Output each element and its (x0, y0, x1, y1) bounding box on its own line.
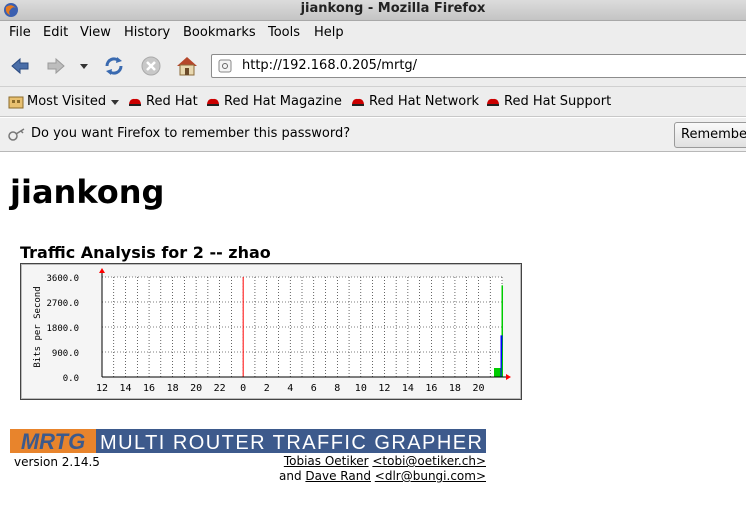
x-tick-label: 18 (167, 383, 179, 394)
menu-bookmarks[interactable]: Bookmarks (183, 25, 256, 40)
graph-title[interactable]: Traffic Analysis for 2 -- zhao (20, 243, 271, 262)
menu-file[interactable]: File (9, 25, 31, 40)
back-button[interactable] (7, 53, 33, 79)
bookmark-label: Red Hat Magazine (224, 94, 342, 109)
x-tick-label: 22 (214, 383, 226, 394)
chevron-down-icon (111, 99, 120, 105)
bookmark-label: Red Hat Support (504, 94, 612, 109)
redhat-icon (129, 98, 141, 106)
bookmark-red-hat-magazine[interactable]: Red Hat Magazine (206, 94, 342, 109)
x-tick-label: 14 (402, 383, 414, 394)
reload-button[interactable] (101, 53, 127, 79)
menu-tools[interactable]: Tools (268, 25, 300, 40)
notification-message: Do you want Firefox to remember this pas… (31, 126, 351, 141)
page-content: jiankong Traffic Analysis for 2 -- zhao … (0, 153, 746, 517)
author-link-oetiker[interactable]: Tobias Oetiker (284, 454, 369, 468)
x-tick-label: 10 (355, 383, 367, 394)
credits: Tobias Oetiker <tobi@oetiker.ch> and Dav… (279, 454, 486, 484)
back-arrow-icon (11, 57, 29, 75)
x-tick-label: 14 (120, 383, 132, 394)
incoming-bar (494, 368, 501, 377)
bookmark-label: Red Hat (146, 94, 198, 109)
x-tick-label: 18 (449, 383, 461, 394)
traffic-graph[interactable]: 3600.02700.01800.0900.00.012 14 16 18 20 22 0 2… (20, 263, 522, 400)
bookmark-red-hat[interactable]: Red Hat (128, 94, 198, 109)
x-tick-label: 4 (287, 383, 293, 394)
key-icon (8, 128, 25, 141)
redhat-icon (207, 98, 219, 106)
x-tick-label: 0 (240, 383, 246, 394)
author-link-rand[interactable]: Dave Rand (305, 469, 371, 483)
stop-button[interactable] (138, 53, 164, 79)
page-title: jiankong (10, 173, 165, 211)
url-bar[interactable]: http://192.168.0.205/mrtg/ (211, 54, 746, 78)
forward-button[interactable] (43, 53, 69, 79)
y-tick-label: 0.0 (63, 374, 79, 384)
remember-button[interactable]: Remember (674, 122, 746, 148)
password-notification-bar: Do you want Firefox to remember this pas… (0, 118, 746, 152)
bookmark-label: Red Hat Network (369, 94, 480, 109)
menu-view[interactable]: View (80, 25, 111, 40)
mrtg-logo-text: MRTG (21, 429, 85, 453)
y-tick-label: 1800.0 (46, 324, 79, 334)
x-tick-label: 12 (96, 383, 108, 394)
x-tick-label: 16 (143, 383, 155, 394)
most-visited-button[interactable]: Most Visited (8, 94, 124, 109)
menu-edit[interactable]: Edit (43, 25, 68, 40)
email-link-rand[interactable]: <dlr@bungi.com> (375, 469, 486, 483)
y-tick-label: 3600.0 (46, 274, 79, 284)
bookmarks-toolbar: Most Visited Red Hat Red Hat Magazine Re… (0, 87, 746, 117)
forward-arrow-icon (47, 57, 65, 75)
x-tick-label: 16 (425, 383, 437, 394)
bookmark-red-hat-network[interactable]: Red Hat Network (351, 94, 479, 109)
home-icon (177, 57, 197, 76)
stop-icon (141, 56, 161, 76)
credits-and: and (279, 469, 302, 483)
most-visited-label: Most Visited (27, 94, 107, 109)
x-tick-label: 6 (311, 383, 317, 394)
redhat-icon (487, 98, 499, 106)
redhat-icon (352, 98, 364, 106)
mrtg-banner-text: MULTI ROUTER TRAFFIC GRAPHER (100, 432, 482, 453)
home-button[interactable] (174, 53, 200, 79)
history-dropdown[interactable] (73, 53, 95, 79)
y-tick-label: 2700.0 (46, 299, 79, 309)
window-title: jiankong - Mozilla Firefox (300, 1, 486, 16)
bookmark-red-hat-support[interactable]: Red Hat Support (486, 94, 611, 109)
x-tick-label: 20 (190, 383, 202, 394)
url-text[interactable]: http://192.168.0.205/mrtg/ (242, 58, 417, 73)
x-tick-label: 2 (264, 383, 270, 394)
title-bar: jiankong - Mozilla Firefox (0, 0, 746, 21)
navigation-toolbar: http://192.168.0.205/mrtg/ (0, 45, 746, 87)
menu-help[interactable]: Help (314, 25, 344, 40)
version-text: version 2.14.5 (14, 455, 100, 469)
mrtg-banner[interactable]: MRTG MULTI ROUTER TRAFFIC GRAPHER (10, 429, 486, 453)
page-icon (218, 59, 232, 73)
chevron-down-icon (80, 64, 88, 69)
x-tick-label: 20 (472, 383, 484, 394)
y-axis-label: Bits per Second (33, 286, 43, 367)
x-tick-label: 8 (334, 383, 340, 394)
email-link-oetiker[interactable]: <tobi@oetiker.ch> (372, 454, 486, 468)
menu-bar: File Edit View History Bookmarks Tools H… (0, 21, 746, 45)
y-tick-label: 900.0 (52, 349, 79, 359)
menu-history[interactable]: History (124, 25, 170, 40)
x-tick-label: 12 (378, 383, 390, 394)
most-visited-icon (8, 96, 24, 108)
reload-icon (105, 57, 123, 75)
